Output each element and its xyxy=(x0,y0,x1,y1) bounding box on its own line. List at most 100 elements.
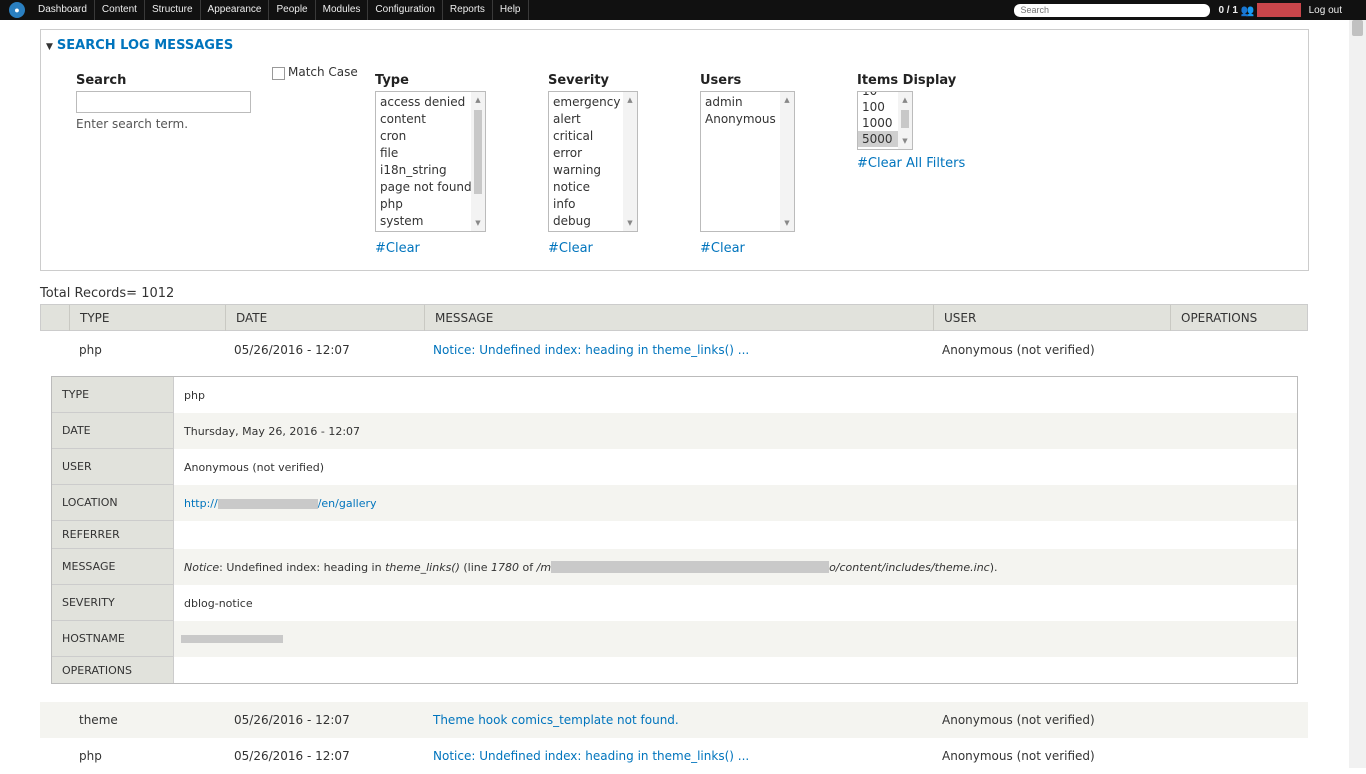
detail-label: SEVERITY xyxy=(52,585,174,621)
users-select-scrollbar[interactable]: ▲ ▼ xyxy=(780,92,794,231)
username-redacted[interactable] xyxy=(1256,3,1301,17)
scroll-down-icon[interactable]: ▼ xyxy=(780,217,794,229)
total-records: Total Records= 1012 xyxy=(40,286,175,301)
items-scroll-thumb[interactable] xyxy=(901,110,909,128)
page-scrollbar-thumb[interactable] xyxy=(1352,20,1363,36)
th-user[interactable]: USER xyxy=(933,305,1170,331)
items-option[interactable]: 100 xyxy=(858,99,898,115)
type-option[interactable]: content xyxy=(376,111,485,128)
toolbar-search-input[interactable] xyxy=(1014,3,1211,17)
message-line: (line xyxy=(459,560,492,574)
search-hint: Enter search term. xyxy=(76,117,189,131)
cell-type: theme xyxy=(79,713,118,727)
detail-value-referrer xyxy=(174,521,1297,549)
location-link[interactable]: http:// /en/gallery xyxy=(184,497,377,510)
menu-dashboard[interactable]: Dashboard xyxy=(31,0,95,20)
th-message[interactable]: MESSAGE xyxy=(424,305,933,331)
severity-select-scrollbar[interactable]: ▲ ▼ xyxy=(623,92,637,231)
users-select[interactable]: admin Anonymous ▲ ▼ xyxy=(700,91,795,232)
menu-modules[interactable]: Modules xyxy=(316,0,369,20)
search-label: Search xyxy=(76,73,127,88)
message-path-start: /m xyxy=(536,560,552,574)
type-scroll-thumb[interactable] xyxy=(474,110,482,194)
detail-row-date: DATE Thursday, May 26, 2016 - 12:07 xyxy=(52,413,1297,449)
type-clear-link[interactable]: #Clear xyxy=(375,241,420,256)
scroll-down-icon[interactable]: ▼ xyxy=(623,217,637,229)
cell-type: php xyxy=(79,343,102,357)
detail-value-operations xyxy=(174,657,1297,683)
detail-row-type: TYPE php xyxy=(52,377,1297,413)
type-option[interactable]: php xyxy=(376,196,485,213)
cell-message-link[interactable]: Notice: Undefined index: heading in them… xyxy=(433,332,749,368)
type-option[interactable]: access denied xyxy=(376,94,485,111)
th-operations[interactable]: OPERATIONS xyxy=(1170,305,1307,331)
filter-legend[interactable]: ▼ SEARCH LOG MESSAGES xyxy=(46,38,233,53)
scroll-up-icon[interactable]: ▲ xyxy=(471,94,485,106)
type-select-scrollbar[interactable]: ▲ ▼ xyxy=(471,92,485,231)
match-case-checkbox[interactable] xyxy=(272,67,285,80)
menu-content[interactable]: Content xyxy=(95,0,145,20)
severity-label: Severity xyxy=(548,73,610,88)
detail-row-message: MESSAGE Notice: Undefined index: heading… xyxy=(52,549,1297,585)
menu-configuration[interactable]: Configuration xyxy=(368,0,443,20)
type-label: Type xyxy=(375,73,409,88)
message-notice: Notice xyxy=(184,560,220,574)
scroll-up-icon[interactable]: ▲ xyxy=(898,94,912,106)
menu-help[interactable]: Help xyxy=(493,0,529,20)
cell-message-link[interactable]: Notice: Undefined index: heading in them… xyxy=(433,738,749,774)
toolbar-menu: Dashboard Content Structure Appearance P… xyxy=(31,0,529,20)
users-label: Users xyxy=(700,73,742,88)
detail-label: HOSTNAME xyxy=(52,621,174,657)
cell-user: Anonymous (not verified) xyxy=(942,343,1095,357)
severity-clear-link[interactable]: #Clear xyxy=(548,241,593,256)
menu-reports[interactable]: Reports xyxy=(443,0,493,20)
table-row[interactable]: php 05/26/2016 - 12:07 Notice: Undefined… xyxy=(40,332,1308,368)
page-scrollbar[interactable] xyxy=(1349,20,1366,768)
redacted-block xyxy=(217,498,318,509)
table-row[interactable]: theme 05/26/2016 - 12:07 Theme hook comi… xyxy=(40,702,1308,738)
location-prefix: http:// xyxy=(184,496,218,510)
items-display-select[interactable]: 10 100 1000 5000 ▲ ▼ xyxy=(857,91,913,150)
detail-label: OPERATIONS xyxy=(52,657,174,683)
message-text: : Undefined index: heading in xyxy=(219,560,386,574)
th-type[interactable]: TYPE xyxy=(69,305,225,331)
scroll-down-icon[interactable]: ▼ xyxy=(471,217,485,229)
table-row[interactable]: php 05/26/2016 - 12:07 Notice: Undefined… xyxy=(40,738,1308,768)
menu-appearance[interactable]: Appearance xyxy=(201,0,270,20)
cell-user: Anonymous (not verified) xyxy=(942,713,1095,727)
cell-message-link[interactable]: Theme hook comics_template not found. xyxy=(433,702,679,738)
detail-row-location: LOCATION http:// /en/gallery xyxy=(52,485,1297,521)
items-option-selected[interactable]: 5000 xyxy=(858,131,898,147)
type-option[interactable]: cron xyxy=(376,128,485,145)
detail-value-type: php xyxy=(184,388,205,402)
detail-label: USER xyxy=(52,449,174,485)
detail-value-message: Notice: Undefined index: heading in them… xyxy=(174,549,1297,585)
user-count: 0 / 1 xyxy=(1218,4,1238,16)
type-option[interactable]: i18n_string xyxy=(376,162,485,179)
message-of: of xyxy=(519,560,537,574)
scroll-up-icon[interactable]: ▲ xyxy=(780,94,794,106)
admin-toolbar: ● Dashboard Content Structure Appearance… xyxy=(0,0,1366,20)
filter-fieldset: ▼ SEARCH LOG MESSAGES Search Enter search… xyxy=(40,29,1309,271)
menu-structure[interactable]: Structure xyxy=(145,0,201,20)
scroll-up-icon[interactable]: ▲ xyxy=(623,94,637,106)
clear-all-filters-link[interactable]: #Clear All Filters xyxy=(857,156,965,171)
items-option[interactable]: 1000 xyxy=(858,115,898,131)
type-option[interactable]: file xyxy=(376,145,485,162)
search-input[interactable] xyxy=(76,91,251,113)
type-select[interactable]: access denied content cron file i18n_str… xyxy=(375,91,486,232)
type-option[interactable]: page not found xyxy=(376,179,485,196)
menu-people[interactable]: People xyxy=(269,0,316,20)
drupal-logo-icon[interactable]: ● xyxy=(9,2,25,18)
scroll-down-icon[interactable]: ▼ xyxy=(898,135,912,147)
type-option[interactable]: system xyxy=(376,213,485,230)
items-select-scrollbar[interactable]: ▲ ▼ xyxy=(898,92,912,149)
th-date[interactable]: DATE xyxy=(225,305,424,331)
items-option[interactable]: 10 xyxy=(858,92,898,99)
users-clear-link[interactable]: #Clear xyxy=(700,241,745,256)
logout-link[interactable]: Log out xyxy=(1309,5,1342,16)
detail-label: DATE xyxy=(52,413,174,449)
severity-select[interactable]: emergency alert critical error warning n… xyxy=(548,91,638,232)
cell-date: 05/26/2016 - 12:07 xyxy=(234,343,350,357)
filter-legend-text: SEARCH LOG MESSAGES xyxy=(56,38,234,53)
